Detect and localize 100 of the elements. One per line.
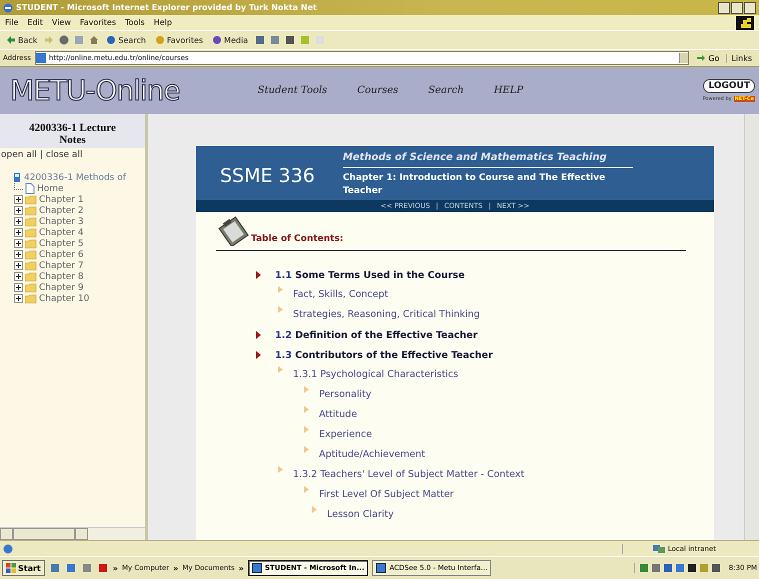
- back-arrow-icon: [6, 35, 16, 45]
- nav-link[interactable]: HELP: [494, 85, 524, 96]
- close-all-link[interactable]: close all: [46, 150, 82, 160]
- tray-icon: [698, 563, 709, 573]
- menu-item[interactable]: File: [5, 18, 18, 27]
- scrollbar-thumb[interactable]: [13, 528, 75, 540]
- expand-icon: [14, 261, 23, 270]
- more-button[interactable]: »: [238, 564, 244, 572]
- menu-item[interactable]: Help: [154, 18, 172, 27]
- window-icon: [252, 563, 262, 573]
- chapter-title: Chapter 1: Introduction to Course and The Effective Teacher: [342, 172, 606, 198]
- expand-icon: [14, 272, 23, 281]
- tree-item[interactable]: Chapter 10: [39, 294, 90, 304]
- horizontal-scrollbar[interactable]: [0, 527, 145, 540]
- tree-item[interactable]: Chapter 9: [39, 282, 84, 292]
- toc-link[interactable]: First Level Of Subject Matter: [319, 485, 454, 500]
- tray-icon: [638, 563, 649, 573]
- menu-item[interactable]: Favorites: [80, 18, 116, 27]
- expand-icon: [14, 283, 23, 292]
- tree-item[interactable]: Chapter 8: [39, 272, 84, 282]
- network-icon: [652, 544, 665, 554]
- expand-icon: [14, 294, 23, 303]
- logout-button[interactable]: LOGOUT: [703, 79, 755, 93]
- tree-item[interactable]: Home: [37, 184, 64, 194]
- more-button[interactable]: »: [112, 564, 118, 572]
- window-icon: [376, 563, 386, 573]
- vertical-scrollbar[interactable]: [744, 114, 759, 540]
- search-button[interactable]: Search: [104, 35, 148, 45]
- bullet-arrow-icon: [278, 286, 283, 293]
- bullet-arrow-icon: [304, 386, 309, 393]
- expand-icon: [14, 250, 23, 259]
- windows-flag-icon: [6, 563, 16, 573]
- bullet-arrow-icon: [278, 466, 283, 473]
- home-icon: [89, 35, 100, 45]
- minimize-button[interactable]: [718, 2, 730, 14]
- tree-item[interactable]: Chapter 2: [39, 206, 84, 216]
- dropdown-button[interactable]: [679, 53, 688, 63]
- bullet-arrow-icon: [256, 271, 261, 279]
- back-button[interactable]: Back: [4, 35, 40, 45]
- expand-icon: [14, 217, 23, 226]
- menu-item[interactable]: View: [52, 18, 71, 27]
- tree-item[interactable]: Chapter 3: [39, 216, 84, 226]
- bullet-arrow-icon: [304, 426, 309, 433]
- toc-link[interactable]: Experience: [319, 425, 372, 440]
- toc-link[interactable]: Lesson Clarity: [327, 505, 394, 520]
- toc-section-link[interactable]: 1.2 Definition of the Effective Teacher: [275, 330, 478, 340]
- expand-icon: [14, 239, 23, 248]
- bullet-arrow-icon: [256, 351, 261, 359]
- computer-icon: [12, 172, 22, 182]
- toc-section-link[interactable]: 1.1 Some Terms Used in the Course: [275, 270, 465, 280]
- window-title: STUDENT - Microsoft Internet Explorer provided by Turk Nokta Net: [16, 3, 318, 12]
- tree-item[interactable]: Chapter 7: [39, 260, 84, 270]
- nav-link[interactable]: Student Tools: [258, 85, 328, 96]
- toc-link[interactable]: 1.3.2 Teachers' Level of Subject Matter - Context: [293, 465, 524, 480]
- close-button[interactable]: [744, 2, 756, 14]
- sidebar-title: 4200336-1 Lecture Notes: [0, 114, 145, 148]
- restore-button[interactable]: [731, 2, 743, 14]
- tree-item[interactable]: Chapter 1: [39, 194, 84, 204]
- tray-icon: [650, 563, 661, 573]
- links-button[interactable]: Links: [726, 54, 756, 62]
- toc-heading: Table of Contents:: [250, 234, 344, 246]
- tray-icon: [686, 563, 697, 573]
- bullet-arrow-icon: [304, 446, 309, 453]
- forward-arrow-icon: [44, 35, 54, 45]
- toc-link[interactable]: Personality: [319, 385, 372, 400]
- toc-link[interactable]: Aptitude/Achievement: [319, 445, 426, 460]
- tree-item[interactable]: Chapter 4: [39, 228, 84, 238]
- toc-link[interactable]: Attitude: [319, 405, 358, 420]
- toc-link[interactable]: Fact, Skills, Concept: [293, 285, 388, 300]
- course-title: Methods of Science and Mathematics Teaching: [342, 152, 633, 168]
- nav-link[interactable]: Search: [428, 85, 464, 96]
- expand-icon: [14, 195, 23, 204]
- windows-flag-icon: [736, 16, 754, 30]
- tree-item[interactable]: Chapter 6: [39, 250, 84, 260]
- toc-link[interactable]: 1.3.1 Psychological Characteristics: [293, 365, 458, 380]
- bullet-arrow-icon: [278, 366, 283, 373]
- separator-text: |: [40, 150, 43, 160]
- scroll-left-button[interactable]: [0, 528, 13, 540]
- toc-section-link[interactable]: 1.3 Contributors of the Effective Teacher: [275, 350, 493, 360]
- start-button[interactable]: Start: [2, 560, 45, 576]
- tray-icon: [662, 563, 673, 573]
- tray-icon: [674, 563, 685, 573]
- media-button[interactable]: Media: [210, 35, 250, 45]
- open-all-link[interactable]: open all: [1, 150, 37, 160]
- expand-icon: [14, 206, 23, 215]
- go-button[interactable]: Go: [693, 53, 722, 63]
- scroll-right-button[interactable]: [75, 528, 88, 540]
- toc-link[interactable]: Strategies, Reasoning, Critical Thinking: [293, 305, 480, 320]
- go-arrow-icon: [696, 53, 706, 63]
- bullet-arrow-icon: [304, 486, 309, 493]
- nav-link[interactable]: Courses: [357, 85, 398, 96]
- menu-item[interactable]: Edit: [27, 18, 43, 27]
- tray-icon: [710, 563, 721, 573]
- tree-item[interactable]: 4200336-1 Methods of: [24, 172, 126, 182]
- menu-item[interactable]: Tools: [125, 18, 145, 27]
- bullet-arrow-icon: [312, 506, 317, 513]
- tree-item[interactable]: Chapter 5: [39, 238, 84, 248]
- favorites-button[interactable]: Favorites: [152, 35, 206, 45]
- more-button[interactable]: »: [173, 564, 178, 572]
- bullet-arrow-icon: [278, 306, 283, 313]
